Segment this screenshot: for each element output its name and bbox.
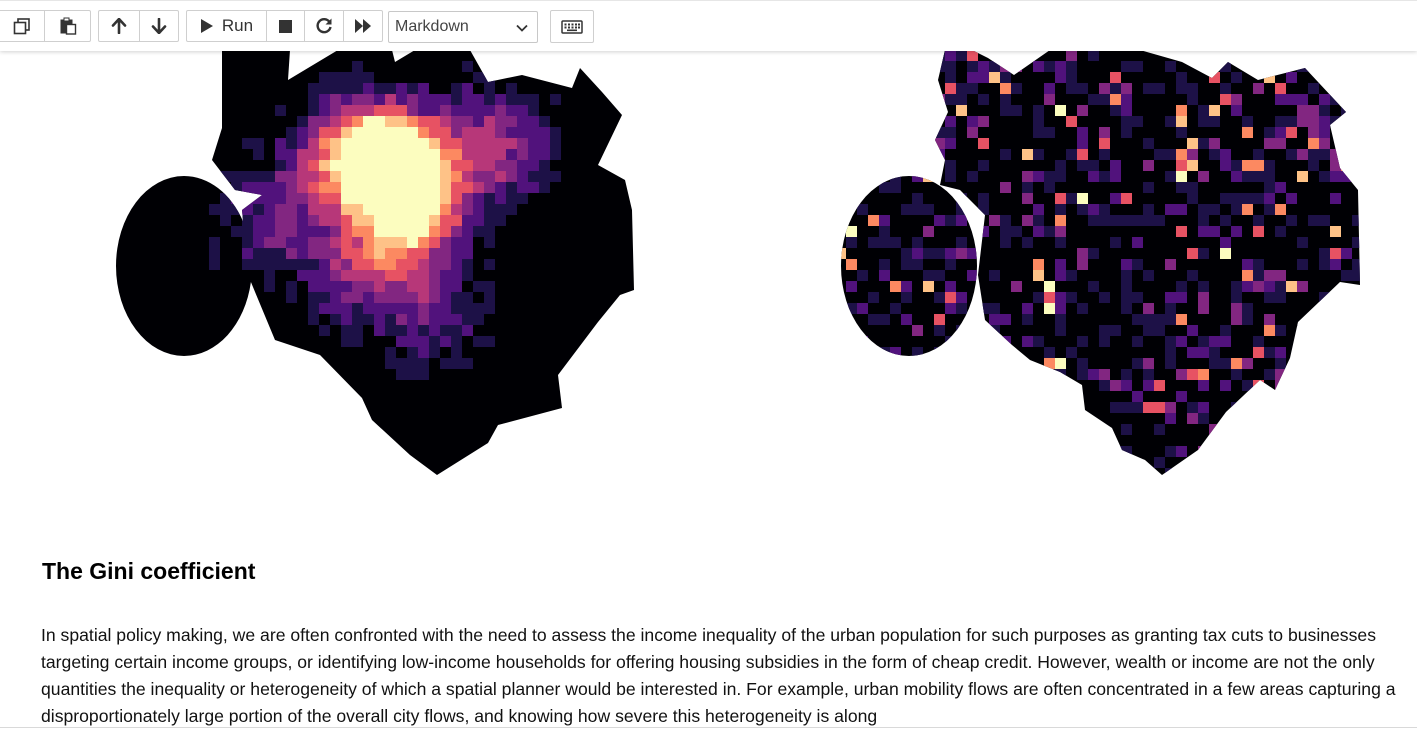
command-palette-button[interactable] — [550, 10, 594, 43]
move-cell-down-button[interactable] — [139, 11, 178, 41]
markdown-paragraph: In spatial policy making, we are often c… — [41, 625, 1396, 726]
cell-type-value: Markdown — [395, 18, 469, 35]
restart-kernel-button[interactable] — [304, 11, 343, 41]
cell-divider — [0, 727, 1417, 728]
move-button-group — [98, 10, 179, 42]
chevron-down-icon — [516, 24, 528, 32]
restart-icon — [316, 17, 332, 34]
play-icon — [200, 19, 213, 33]
section-heading: The Gini coefficient — [42, 558, 256, 584]
restart-run-all-button[interactable] — [343, 11, 382, 41]
keyboard-icon — [561, 19, 583, 34]
copy-cell-button[interactable] — [0, 11, 44, 41]
paste-icon — [60, 17, 76, 35]
move-cell-up-button[interactable] — [99, 11, 139, 41]
arrow-up-icon — [111, 18, 127, 34]
copy-icon — [13, 18, 30, 35]
paste-cell-button[interactable] — [44, 11, 90, 41]
arrow-down-icon — [151, 18, 167, 34]
run-button-group: Run — [186, 10, 383, 42]
notebook-toolbar: Run Markdown — [0, 0, 1417, 51]
run-button-label: Run — [221, 16, 254, 35]
edit-button-group — [0, 10, 91, 42]
run-cell-button[interactable]: Run — [187, 11, 266, 41]
cell-type-select[interactable]: Markdown — [388, 11, 538, 43]
fast-forward-icon — [355, 19, 371, 33]
interrupt-kernel-button[interactable] — [266, 11, 304, 41]
stop-icon — [279, 19, 292, 33]
density-maps-figure — [116, 50, 1360, 475]
